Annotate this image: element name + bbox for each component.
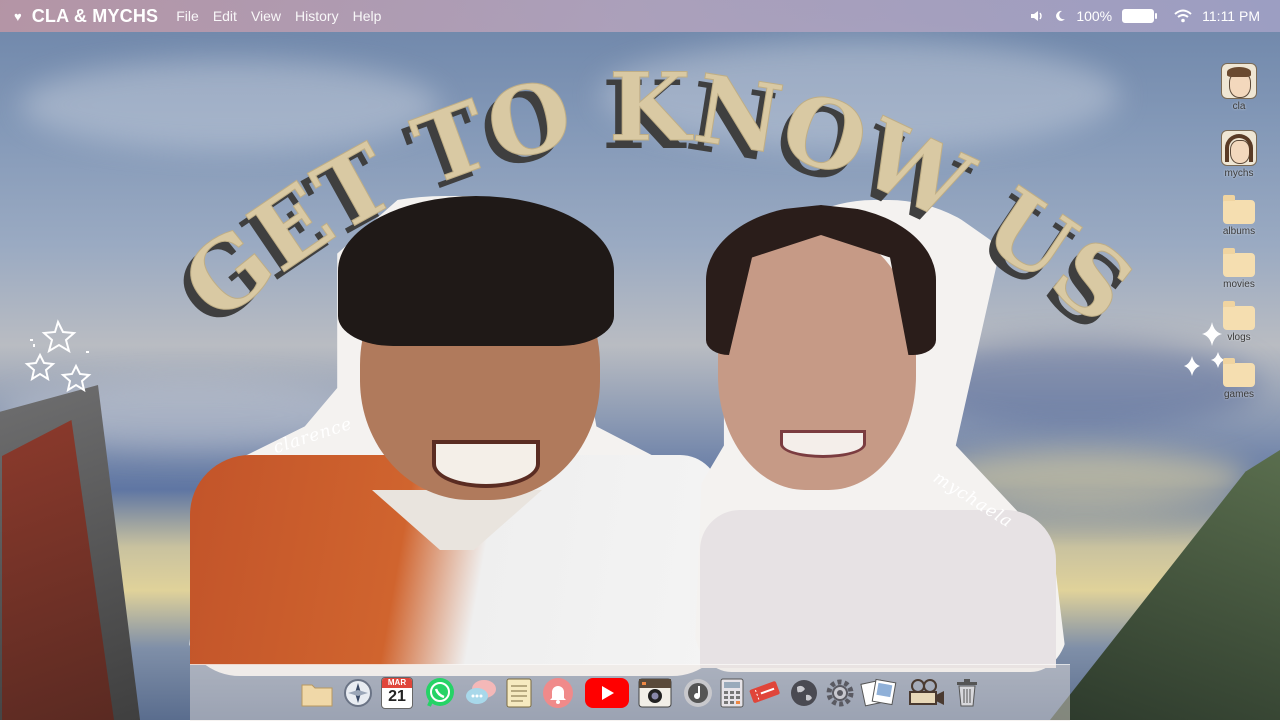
volume-icon[interactable]	[1030, 10, 1044, 22]
settings-icon[interactable]	[823, 676, 857, 710]
trash-icon[interactable]	[950, 676, 984, 710]
globe-icon[interactable]	[787, 676, 821, 710]
menu-file[interactable]: File	[176, 8, 199, 24]
menu-help[interactable]: Help	[353, 8, 382, 24]
menu-bar: ♥ CLA & MYCHS File Edit View History Hel…	[0, 0, 1280, 32]
avatar-mychs-icon	[1221, 130, 1257, 166]
menu-edit[interactable]: Edit	[213, 8, 237, 24]
clock[interactable]: 11:11 PM	[1202, 8, 1260, 24]
desktop-icon-label: cla	[1232, 101, 1246, 112]
folder-icon	[1223, 248, 1255, 277]
desktop-icon-cla[interactable]: cla	[1209, 63, 1269, 112]
app-name[interactable]: CLA & MYCHS	[32, 6, 159, 27]
folder-icon	[1223, 195, 1255, 224]
menu-history[interactable]: History	[295, 8, 339, 24]
desktop-icon-vlogs[interactable]: vlogs	[1209, 301, 1269, 343]
notes-icon[interactable]	[502, 676, 536, 710]
doodle-stars-left-icon	[24, 319, 92, 393]
desktop-icon-mychs[interactable]: mychs	[1209, 130, 1269, 179]
wifi-icon[interactable]	[1174, 9, 1192, 23]
desktop-icon-label: albums	[1222, 226, 1256, 237]
desktop-icon-label: movies	[1223, 279, 1255, 290]
battery-icon[interactable]	[1122, 9, 1158, 23]
menu-view[interactable]: View	[251, 8, 281, 24]
heart-icon[interactable]: ♥	[14, 9, 22, 24]
battery-percent: 100%	[1076, 8, 1113, 24]
camera-icon[interactable]	[638, 676, 672, 710]
desktop-icon-movies[interactable]: movies	[1209, 248, 1269, 290]
music-icon[interactable]	[681, 676, 715, 710]
photos-icon[interactable]	[860, 676, 900, 710]
compass-icon[interactable]	[341, 676, 375, 710]
video-camera-icon[interactable]	[906, 676, 946, 710]
tickets-icon[interactable]	[748, 676, 782, 710]
folder-icon	[1223, 301, 1255, 330]
title-graphic: GET TO KNOW US GET TO KNOW US	[24, 52, 1225, 393]
desktop-wallpaper: clarence mychaela GET TO KNOW US GET TO …	[0, 0, 1280, 720]
youtube-icon[interactable]	[585, 676, 629, 710]
desktop-icon-games[interactable]: games	[1209, 358, 1269, 400]
calculator-icon[interactable]	[715, 676, 749, 710]
moon-icon[interactable]	[1054, 10, 1066, 22]
desktop-icon-albums[interactable]: albums	[1209, 195, 1269, 237]
messages-icon[interactable]	[464, 676, 498, 710]
calendar-icon[interactable]: MAR 21	[380, 676, 414, 710]
desktop-icon-label: mychs	[1224, 168, 1254, 179]
finder-icon[interactable]	[300, 676, 334, 710]
calendar-day: 21	[388, 688, 406, 705]
calendar-month: MAR	[382, 678, 412, 688]
avatar-cla-icon	[1221, 63, 1257, 99]
whatsapp-icon[interactable]	[423, 676, 457, 710]
notification-bell-icon[interactable]	[541, 676, 575, 710]
folder-icon	[1223, 358, 1255, 387]
desktop-icon-label: games	[1223, 389, 1254, 400]
desktop-icon-label: vlogs	[1227, 332, 1251, 343]
